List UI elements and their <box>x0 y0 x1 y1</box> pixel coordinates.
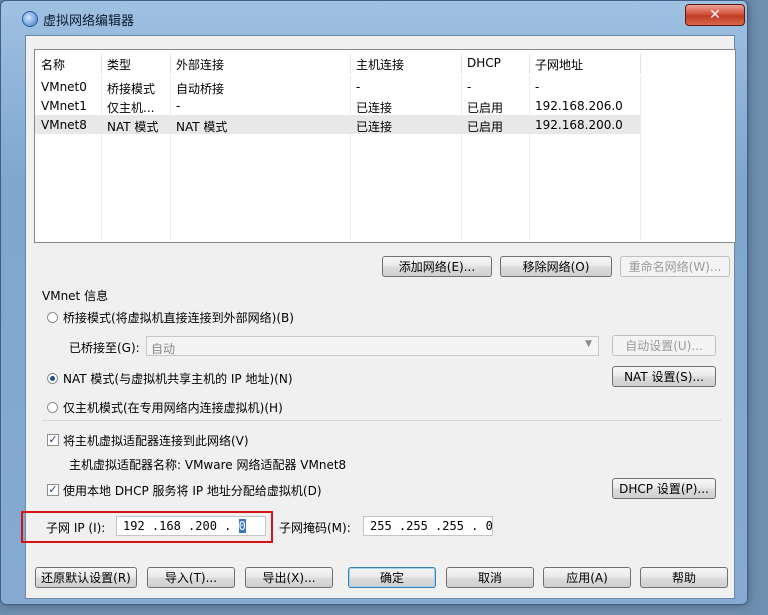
nat-mode-label[interactable]: NAT 模式(与虚拟机共享主机的 IP 地址)(N) <box>63 370 293 387</box>
cell-subnet: 192.168.200.0 <box>535 118 623 132</box>
column-header-external[interactable]: 外部连接 <box>176 56 224 73</box>
column-header-type[interactable]: 类型 <box>107 56 131 73</box>
remove-network-button[interactable]: 移除网络(O) <box>500 256 612 277</box>
header-divider[interactable] <box>170 54 171 74</box>
host-only-radio[interactable] <box>47 402 58 413</box>
window-title: 虚拟网络编辑器 <box>43 14 135 29</box>
subnet-ip-prefix: 192 .168 .200 . <box>123 519 239 533</box>
subnet-ip-input[interactable]: 192 .168 .200 . 0 <box>116 516 266 536</box>
table-row-selected[interactable]: VMnet8 NAT 模式 NAT 模式 已连接 已启用 192.168.200… <box>35 115 640 134</box>
vmware-app-icon <box>22 11 38 27</box>
column-gridline <box>640 76 641 240</box>
host-only-label[interactable]: 仅主机模式(在专用网络内连接虚拟机)(H) <box>63 399 283 416</box>
help-button[interactable]: 帮助 <box>640 567 728 588</box>
header-divider[interactable] <box>529 54 530 74</box>
bridge-mode-label[interactable]: 桥接模式(将虚拟机直接连接到外部网络)(B) <box>63 309 294 326</box>
subnet-mask-value: 255 .255 .255 . 0 <box>370 519 493 533</box>
cell-external: - <box>176 99 181 113</box>
cell-type: NAT 模式 <box>107 120 159 134</box>
dhcp-settings-button[interactable]: DHCP 设置(P)... <box>612 478 716 499</box>
close-button[interactable]: ✕ <box>685 4 745 26</box>
use-dhcp-label[interactable]: 使用本地 DHCP 服务将 IP 地址分配给虚拟机(D) <box>63 482 322 499</box>
connect-adapter-checkbox[interactable]: ✓ <box>47 434 59 446</box>
export-button[interactable]: 导出(X)... <box>245 567 333 588</box>
table-row[interactable]: VMnet1 仅主机... - 已连接 已启用 192.168.206.0 <box>35 96 640 115</box>
adapter-name-text: 主机虚拟适配器名称: VMware 网络适配器 VMnet8 <box>69 458 347 472</box>
add-network-button[interactable]: 添加网络(E)... <box>382 256 492 277</box>
cell-host: - <box>356 80 361 94</box>
cell-dhcp: 已启用 <box>467 120 504 134</box>
cell-subnet: - <box>535 80 540 94</box>
cell-type: 桥接模式 <box>107 82 156 96</box>
cell-host: 已连接 <box>356 101 393 115</box>
header-divider[interactable] <box>461 54 462 74</box>
nat-settings-button[interactable]: NAT 设置(S)... <box>612 366 716 387</box>
bridged-to-label: 已桥接至(G): <box>69 341 140 355</box>
network-list[interactable]: 名称 类型 外部连接 主机连接 DHCP 子网地址 VMnet0 桥接模式 自动… <box>34 49 736 243</box>
close-icon: ✕ <box>709 7 721 23</box>
use-dhcp-checkbox[interactable]: ✓ <box>47 484 59 496</box>
ok-button[interactable]: 确定 <box>348 567 436 588</box>
cell-external: NAT 模式 <box>176 120 228 134</box>
header-divider[interactable] <box>101 54 102 74</box>
subnet-ip-last-octet: 0 <box>238 519 246 533</box>
bridged-to-value: 自动 <box>151 342 176 356</box>
bridge-mode-radio[interactable] <box>47 312 58 323</box>
list-header: 名称 类型 外部连接 主机连接 DHCP 子网地址 <box>35 52 733 74</box>
cell-dhcp: 已启用 <box>467 101 504 115</box>
column-header-host[interactable]: 主机连接 <box>356 56 404 73</box>
cell-name: VMnet8 <box>41 118 87 132</box>
dialog-client-area: 名称 类型 外部连接 主机连接 DHCP 子网地址 VMnet0 桥接模式 自动… <box>21 35 736 599</box>
cell-external: 自动桥接 <box>176 82 225 96</box>
bridged-to-select[interactable]: 自动 ▼ <box>146 336 599 356</box>
virtual-network-editor-window: 虚拟网络编辑器 ✕ 名称 类型 外部连接 主机连接 DHCP 子网地址 VMne… <box>0 0 748 605</box>
table-row[interactable]: VMnet0 桥接模式 自动桥接 - - - <box>35 77 640 96</box>
header-divider[interactable] <box>640 54 641 74</box>
column-header-name[interactable]: 名称 <box>41 56 65 73</box>
chevron-down-icon: ▼ <box>585 339 592 349</box>
auto-settings-button[interactable]: 自动设置(U)... <box>612 335 716 356</box>
column-header-dhcp[interactable]: DHCP <box>467 56 501 70</box>
apply-button[interactable]: 应用(A) <box>543 567 631 588</box>
vmnet-info-heading: VMnet 信息 <box>42 289 109 303</box>
subnet-ip-label: 子网 IP (I): <box>46 521 106 535</box>
subnet-mask-label: 子网掩码(M): <box>279 521 351 535</box>
section-divider <box>42 420 722 421</box>
column-header-subnet[interactable]: 子网地址 <box>535 56 583 73</box>
cell-host: 已连接 <box>356 120 393 134</box>
cell-name: VMnet0 <box>41 80 87 94</box>
title-bar[interactable]: 虚拟网络编辑器 ✕ <box>1 1 747 33</box>
header-divider[interactable] <box>350 54 351 74</box>
nat-mode-radio[interactable] <box>47 373 58 384</box>
cell-dhcp: - <box>467 80 472 94</box>
cancel-button[interactable]: 取消 <box>446 567 534 588</box>
cell-name: VMnet1 <box>41 99 87 113</box>
import-button[interactable]: 导入(T)... <box>147 567 235 588</box>
cell-subnet: 192.168.206.0 <box>535 99 623 113</box>
restore-defaults-button[interactable]: 还原默认设置(R) <box>35 567 137 588</box>
cell-type: 仅主机... <box>107 101 155 115</box>
connect-adapter-label[interactable]: 将主机虚拟适配器连接到此网络(V) <box>63 432 249 449</box>
subnet-mask-input[interactable]: 255 .255 .255 . 0 <box>363 516 493 536</box>
rename-network-button[interactable]: 重命名网络(W)... <box>620 256 730 277</box>
